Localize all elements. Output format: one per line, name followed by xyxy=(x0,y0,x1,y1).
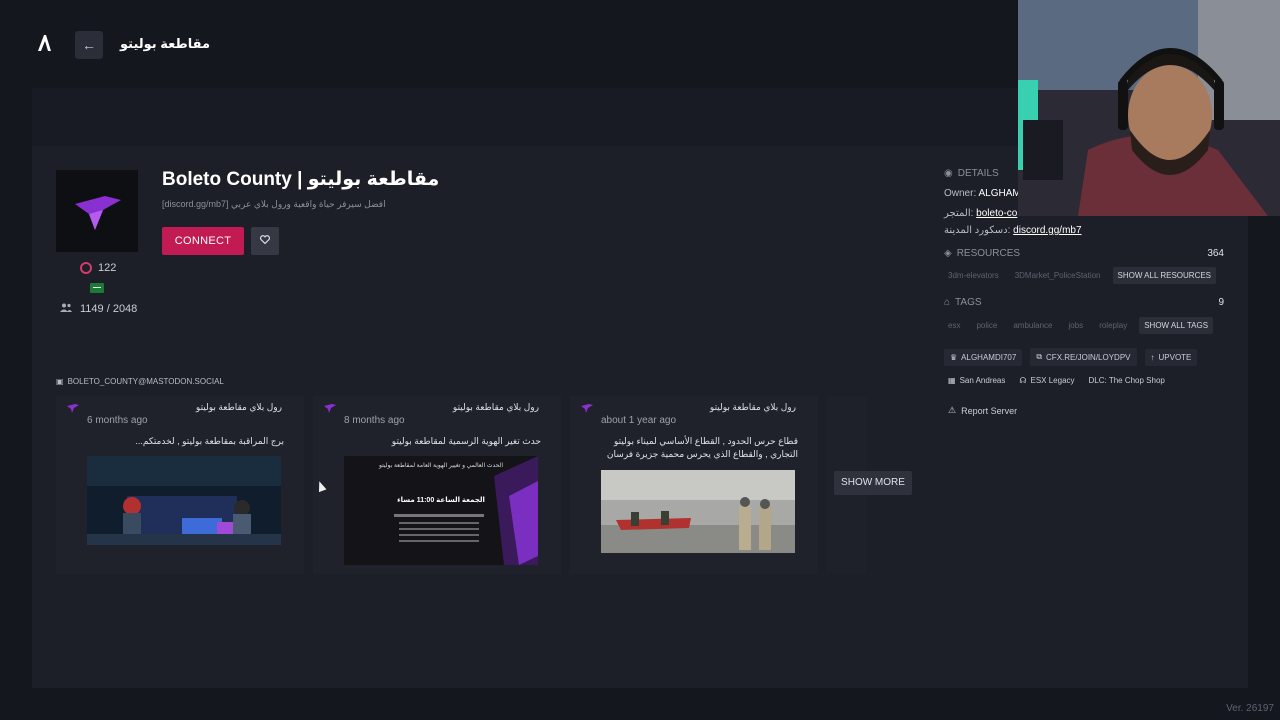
show-more-button[interactable]: SHOW MORE xyxy=(834,471,912,495)
tag-chip[interactable]: esx xyxy=(944,318,964,333)
post-time: 8 months ago xyxy=(344,415,405,426)
mastodon-icon: ▣ xyxy=(56,377,64,386)
post-author: رول بلاي مقاطعة بوليتو xyxy=(195,402,282,412)
discord-label: دسكورد المدينة: xyxy=(944,225,1011,236)
join-link-chip[interactable]: ⧉ CFX.RE/JOIN/LOYDPV xyxy=(1030,348,1137,366)
post-time: about 1 year ago xyxy=(601,415,677,426)
mastodon-handle: BOLETO_COUNTY@MASTODON.SOCIAL xyxy=(67,377,224,386)
arrow-up-icon: ↑ xyxy=(1150,352,1155,362)
framework-label: ESX Legacy xyxy=(1030,376,1075,385)
join-link-label: CFX.RE/JOIN/LOYDPV xyxy=(1046,352,1131,362)
link-icon: ⧉ xyxy=(1036,352,1043,361)
owner-label: Owner: xyxy=(944,188,977,199)
report-label: Report Server xyxy=(961,405,1018,416)
player-count: 1149 / 2048 xyxy=(60,303,137,315)
post-text: برج المراقبة بمقاطعة بوليتو , لخدمتكم... xyxy=(135,436,284,446)
connect-button[interactable]: CONNECT xyxy=(162,227,244,255)
post-text: قطاع حرس الحدود , القطاع الأساسي لميناء … xyxy=(606,436,798,459)
tags-count: 9 xyxy=(1218,297,1224,308)
show-all-tags-button[interactable]: SHOW ALL TAGS xyxy=(1139,317,1214,334)
discord-link[interactable]: discord.gg/mb7 xyxy=(1013,225,1081,236)
tag-icon: ⌂ xyxy=(944,297,951,308)
tag-chip[interactable]: roleplay xyxy=(1095,318,1131,333)
resources-title: RESOURCES xyxy=(956,248,1021,259)
post-time: 6 months ago xyxy=(87,415,148,426)
upvote-value: 122 xyxy=(98,262,117,274)
eye-icon: ◉ xyxy=(944,168,953,179)
tags-header: ⌂ TAGS 9 xyxy=(944,297,1224,308)
server-links: ♛ ALGHAMDI707 ⧉ CFX.RE/JOIN/LOYDPV ↑ UPVOTE xyxy=(944,348,1198,366)
resource-chip: 3dm-elevators xyxy=(948,271,999,280)
report-server-link[interactable]: ⚠ Report Server xyxy=(948,405,1017,416)
users-icon xyxy=(60,303,72,315)
resources-header: ◈ RESOURCES 364 xyxy=(944,248,1224,259)
mastodon-feed-label[interactable]: ▣ BOLETO_COUNTY@MASTODON.SOCIAL xyxy=(56,377,224,386)
players-value: 1149 / 2048 xyxy=(80,303,138,315)
upvote-count: 122 xyxy=(80,262,116,274)
favorite-button[interactable] xyxy=(251,227,279,255)
post-avatar xyxy=(581,404,593,413)
feed-post[interactable]: رول بلاي مقاطعة بوليتو 8 months ago حدث … xyxy=(313,396,561,574)
layers-icon: ◈ xyxy=(944,248,952,259)
tag-list: esx police ambulance jobs roleplay SHOW … xyxy=(944,317,1214,334)
post-image-title: الحدث العالمي و تغيير الهوية العامة لمقا… xyxy=(378,463,503,469)
crown-icon: ♛ xyxy=(950,352,958,362)
map-chip: ▦ San Andreas xyxy=(944,372,1009,389)
post-image-subtitle: الجمعة الساعة 11:00 مساء xyxy=(397,497,485,504)
details-title: DETAILS xyxy=(957,168,999,179)
gamepad-icon: ☊ xyxy=(1019,376,1027,385)
upvote-label: UPVOTE xyxy=(1158,352,1192,362)
feed-post[interactable]: رول بلاي مقاطعة بوليتو about 1 year ago … xyxy=(570,396,818,574)
resource-chip: 3DMarket_PoliceStation xyxy=(1014,271,1101,280)
resource-list: 3dm-elevators 3DMarket_PoliceStation SHO… xyxy=(944,267,1217,284)
tag-chip[interactable]: ambulance xyxy=(1009,318,1056,333)
heart-icon xyxy=(260,235,270,245)
post-avatar xyxy=(67,404,79,413)
server-meta: ▦ San Andreas ☊ ESX Legacy DLC: The Chop S… xyxy=(944,372,1169,389)
map-icon: ▦ xyxy=(948,376,956,385)
resources-count: 364 xyxy=(1207,248,1224,259)
webcam-overlay xyxy=(1018,0,1280,216)
back-button[interactable]: ← xyxy=(75,31,103,59)
show-all-resources-button[interactable]: SHOW ALL RESOURCES xyxy=(1112,267,1217,284)
server-name: Boleto County | مقاطعة بوليتو xyxy=(162,169,440,190)
server-logo xyxy=(56,170,138,252)
page-title: مقاطعة بوليتو xyxy=(120,36,211,51)
post-image[interactable] xyxy=(87,456,281,545)
version-label: Ver. 26197 xyxy=(1226,703,1274,714)
post-image[interactable]: الحدث العالمي و تغيير الهوية العامة لمقا… xyxy=(344,456,538,565)
framework-chip: ☊ ESX Legacy xyxy=(1015,372,1078,389)
store-link[interactable]: boleto-co xyxy=(976,208,1017,219)
post-author: رول بلاي مقاطعة بوليتو xyxy=(452,402,539,412)
owner-value: ALGHAM xyxy=(978,188,1021,199)
post-image[interactable] xyxy=(601,470,795,553)
tags-title: TAGS xyxy=(955,297,982,308)
map-label: San Andreas xyxy=(959,376,1006,385)
post-text: حدث تغير الهوية الرسمية لمقاطعة بوليتو xyxy=(391,436,541,446)
feed-post[interactable]: رول بلاي مقاطعة بوليتو 6 months ago برج … xyxy=(56,396,304,574)
post-avatar xyxy=(324,404,336,413)
dlc-chip: DLC: The Chop Shop xyxy=(1085,372,1169,389)
upvote-button[interactable]: ↑ UPVOTE xyxy=(1144,348,1198,366)
tag-chip[interactable]: police xyxy=(972,318,1001,333)
discord-row: دسكورد المدينة: discord.gg/mb7 xyxy=(944,225,1224,236)
fivem-logo-icon[interactable] xyxy=(36,34,56,56)
server-description: [discord.gg/mb7] افضل سيرفر حياة واقعية … xyxy=(162,199,386,209)
warning-icon: ⚠ xyxy=(948,405,957,415)
upvote-icon xyxy=(80,262,92,274)
country-flag-icon xyxy=(90,283,104,293)
store-label: المتجر: xyxy=(944,208,974,219)
owner-chip[interactable]: ♛ ALGHAMDI707 xyxy=(944,348,1023,366)
dlc-label: DLC: The Chop Shop xyxy=(1088,376,1165,385)
post-author: رول بلاي مقاطعة بوليتو xyxy=(709,402,796,412)
owner-chip-label: ALGHAMDI707 xyxy=(961,352,1017,362)
tag-chip[interactable]: jobs xyxy=(1065,318,1088,333)
